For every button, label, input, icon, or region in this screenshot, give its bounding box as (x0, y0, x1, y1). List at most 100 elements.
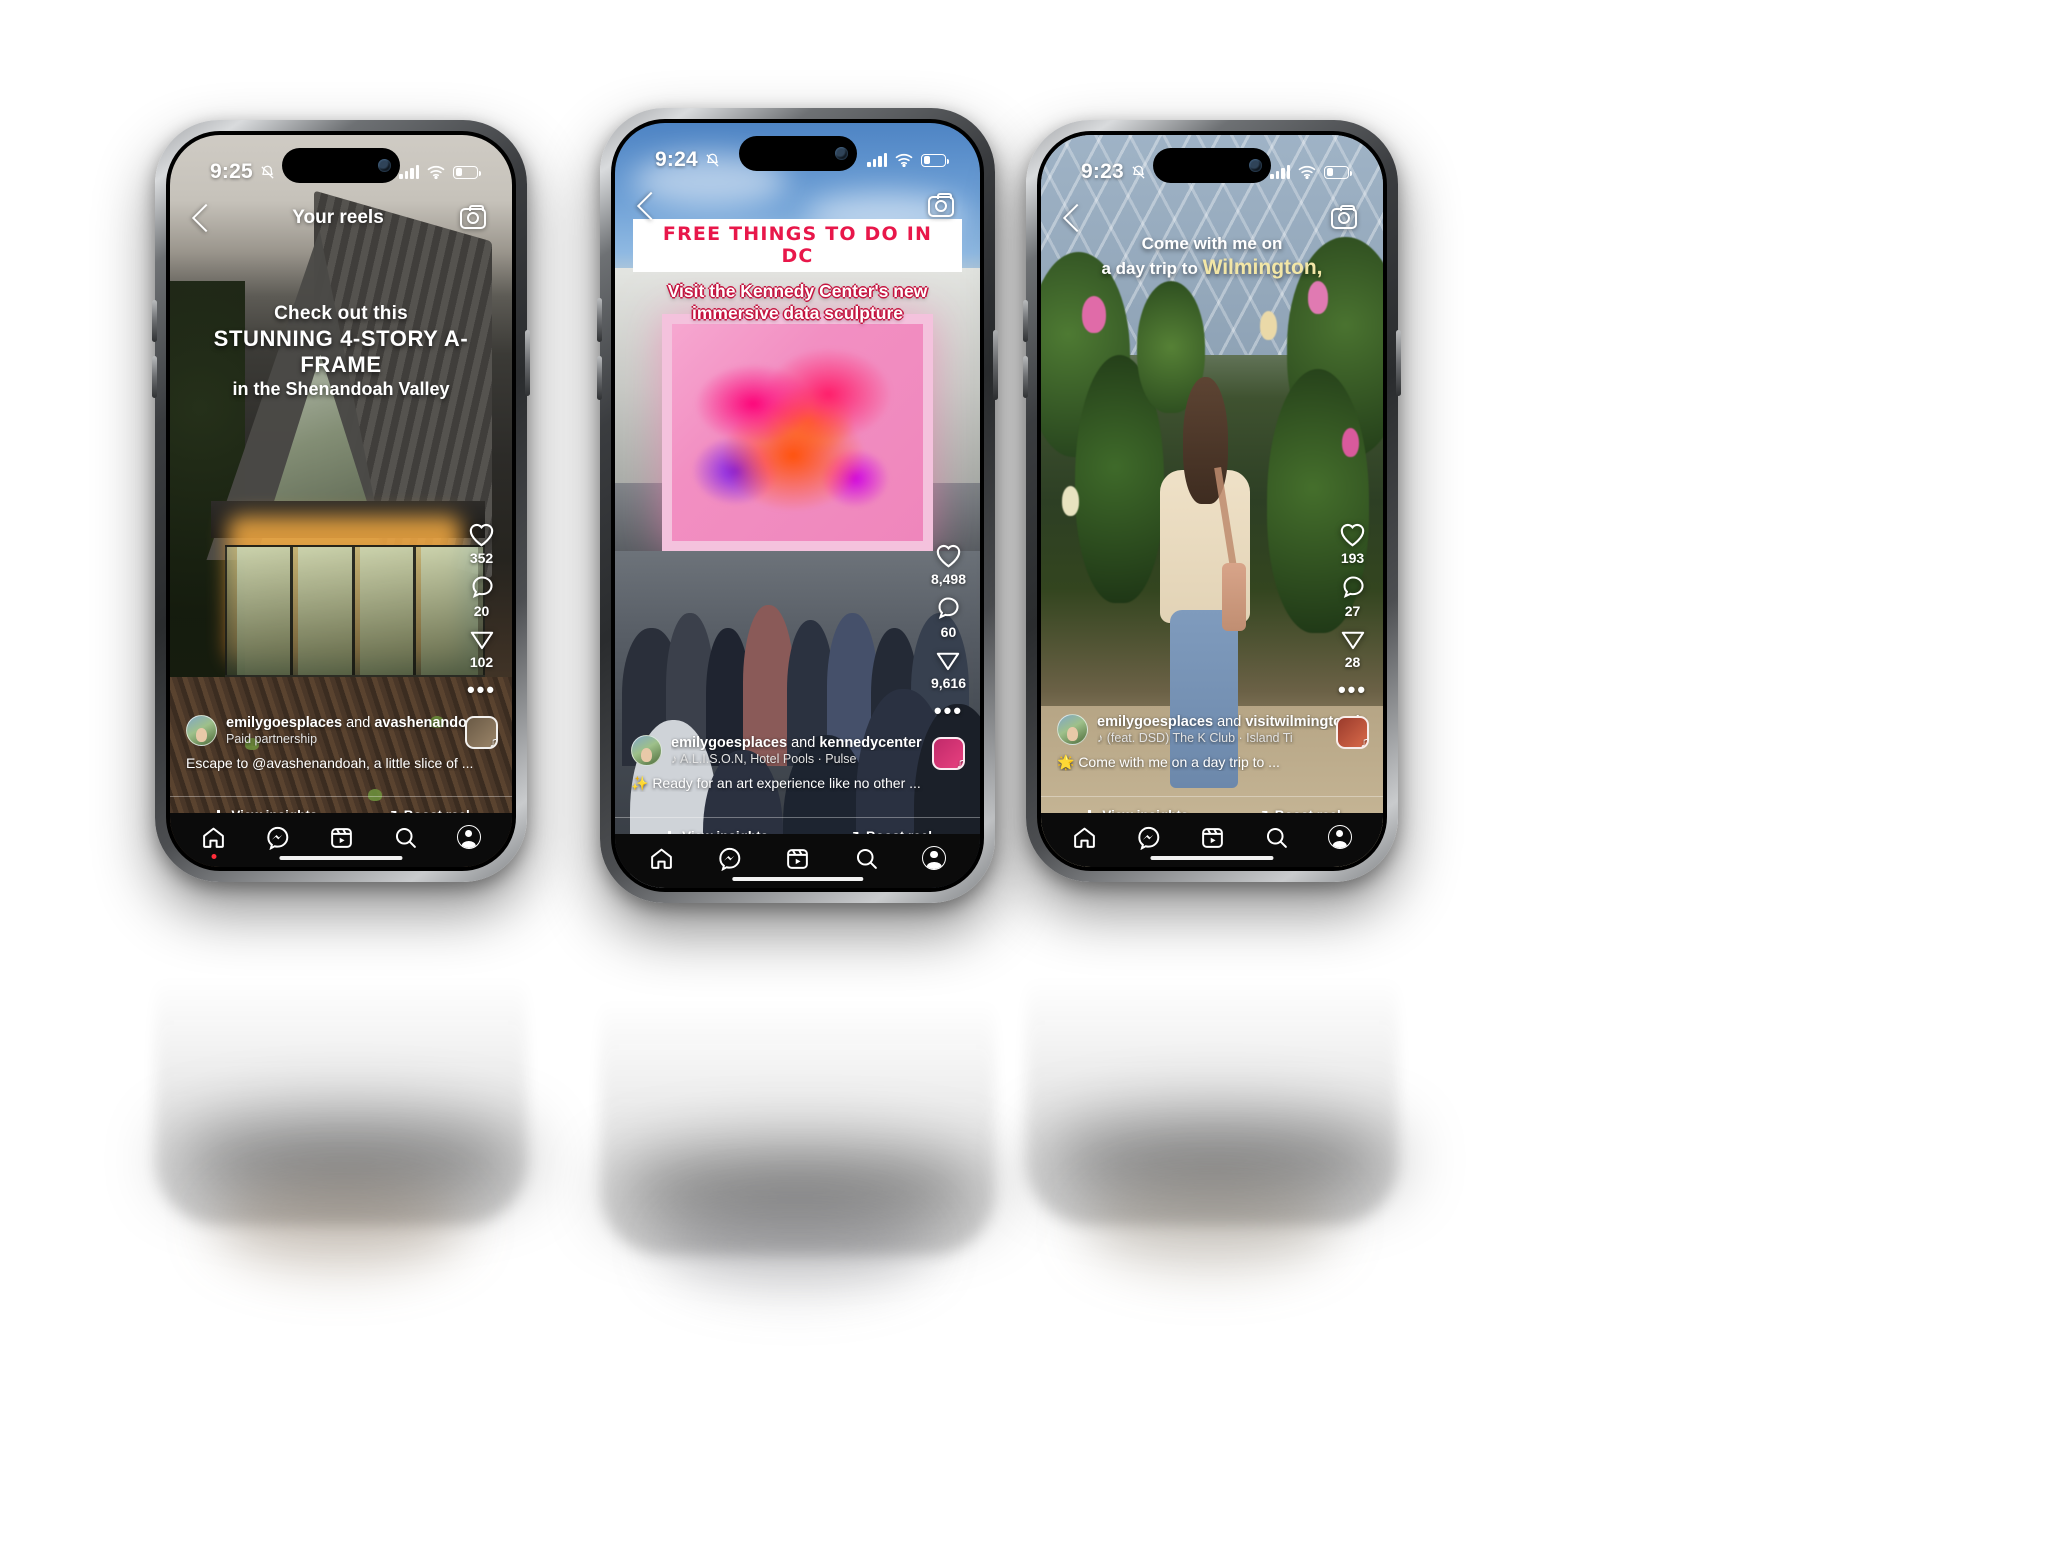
avatar[interactable] (186, 715, 217, 746)
like-button[interactable]: 352 (468, 522, 495, 566)
caption-usernames[interactable]: emilygoesplaces and kennedycenter (671, 735, 922, 751)
dynamic-island-center (738, 136, 857, 171)
comment-count: 20 (473, 603, 490, 619)
profile-avatar-icon (1327, 825, 1352, 849)
tab-reels[interactable] (785, 846, 810, 871)
audio-thumbnail-icon[interactable]: ♫ (465, 716, 498, 749)
heart-icon (1340, 523, 1365, 547)
like-button[interactable]: 8,498 (931, 543, 966, 587)
tab-profile[interactable] (922, 846, 947, 870)
caption-text[interactable]: Escape to @avashenandoah, a little slice… (186, 755, 496, 771)
status-time-right: 9:23 (1081, 160, 1146, 184)
volume-down-button-right[interactable] (1023, 356, 1028, 398)
tab-search[interactable] (854, 846, 879, 871)
tab-profile[interactable] (1327, 825, 1352, 849)
tab-home[interactable] (1072, 825, 1097, 850)
audio-thumbnail-icon[interactable]: ♫ (1336, 716, 1369, 749)
search-icon (395, 827, 416, 848)
tab-reels[interactable] (329, 825, 354, 850)
volume-down-button-center[interactable] (597, 356, 602, 400)
camera-icon[interactable] (928, 192, 954, 217)
reels-icon (331, 827, 352, 848)
messenger-icon (719, 847, 741, 871)
messenger-icon (267, 826, 289, 850)
tab-search[interactable] (393, 825, 418, 850)
comment-button[interactable]: 20 (469, 574, 495, 619)
camera-icon[interactable] (1331, 204, 1357, 229)
heart-icon (936, 544, 961, 568)
power-button-right[interactable] (1396, 330, 1401, 396)
more-dots-icon[interactable]: ••• (934, 700, 963, 722)
music-note-icon: ♫ (956, 755, 963, 768)
like-count: 193 (1340, 550, 1365, 566)
tab-profile[interactable] (456, 825, 481, 849)
tab-messenger[interactable] (717, 846, 742, 871)
caption-audio-label: A.L.I.S.O.N, Hotel Pools · Pulse (680, 752, 857, 766)
power-button-center[interactable] (993, 330, 998, 400)
tab-messenger[interactable] (265, 825, 290, 850)
tab-search[interactable] (1264, 825, 1289, 850)
avatar[interactable] (631, 735, 662, 766)
heart-icon (469, 523, 494, 547)
power-button-left[interactable] (525, 330, 530, 396)
reflection-glow-right (1085, 1180, 1335, 1270)
caption-subtitle: ♪ (feat. DSD) The K Club · Island Ti (1097, 731, 1367, 745)
music-note-icon: ♪ (671, 752, 678, 766)
back-chevron-icon[interactable] (191, 203, 221, 233)
comment-icon (1343, 576, 1364, 599)
tab-home[interactable] (201, 825, 226, 859)
like-button[interactable]: 193 (1339, 522, 1366, 566)
share-button[interactable]: 102 (469, 627, 495, 670)
share-icon (470, 631, 493, 650)
front-camera-icon (378, 159, 391, 172)
share-button[interactable]: 9,616 (931, 648, 966, 691)
camera-icon[interactable] (460, 204, 486, 229)
back-chevron-icon[interactable] (1062, 203, 1092, 233)
status-time-center: 9:24 (655, 148, 720, 172)
reflection-glow-center (660, 1200, 930, 1290)
comment-button[interactable]: 60 (935, 595, 961, 640)
reel-sticker-text-left: Check out this STUNNING 4-STORY A-FRAME … (170, 303, 512, 400)
caption-text[interactable]: 🌟 Come with me on a day trip to ... (1057, 754, 1367, 771)
sticker-line-1: Check out this (274, 303, 408, 325)
volume-up-button-center[interactable] (597, 298, 602, 342)
reflection-left (155, 905, 527, 1225)
avatar[interactable] (1057, 714, 1088, 745)
volume-up-button-right[interactable] (1023, 300, 1028, 342)
caption-usernames[interactable]: emilygoesplaces and visitwilmingtonde (1097, 714, 1367, 730)
messenger-icon (1138, 826, 1160, 850)
comment-button[interactable]: 27 (1340, 574, 1366, 619)
more-dots-icon[interactable]: ••• (1338, 679, 1367, 701)
tab-messenger[interactable] (1136, 825, 1161, 850)
screen-center: 9:24 FREE THINGS TO DO IN DC Visit the K… (615, 123, 980, 888)
reels-icon (787, 848, 809, 869)
reel-action-rail-left: 352 20 102 ••• ♫ (465, 522, 498, 749)
comment-icon (938, 597, 960, 620)
caption-usernames[interactable]: emilygoesplaces and avashenandoah (226, 715, 484, 731)
front-camera-icon (1249, 159, 1262, 172)
battery-icon (921, 153, 949, 167)
more-dots-icon[interactable]: ••• (467, 679, 496, 701)
front-camera-icon (834, 147, 848, 160)
caption-username: emilygoesplaces (1097, 714, 1214, 730)
caption-username: emilygoesplaces (226, 715, 343, 731)
caption-text[interactable]: ✨ Ready for an art experience like no ot… (631, 775, 964, 792)
volume-up-button-left[interactable] (152, 300, 157, 342)
bell-slash-icon (706, 153, 719, 167)
battery-icon (453, 165, 481, 179)
share-button[interactable]: 28 (1340, 627, 1366, 670)
back-chevron-icon[interactable] (636, 191, 666, 221)
wifi-icon (895, 153, 913, 167)
reel-caption-right: emilygoesplaces and visitwilmingtonde ♪ … (1041, 714, 1383, 771)
screen-right: 9:23 Come with me on a day trip to Wilmi… (1041, 135, 1383, 867)
audio-thumbnail-icon[interactable]: ♫ (931, 737, 965, 770)
sticker-line-1: Visit the Kennedy Center's new (667, 280, 928, 301)
tab-home[interactable] (649, 846, 674, 871)
home-badge-dot (211, 853, 217, 859)
tab-reels[interactable] (1200, 825, 1225, 850)
reel-top-bar-left: Your reels (170, 195, 512, 241)
volume-down-button-left[interactable] (152, 356, 157, 398)
reel-sticker-text-center: FREE THINGS TO DO IN DC Visit the Kenned… (615, 218, 980, 324)
caption-subtitle: ♪ A.L.I.S.O.N, Hotel Pools · Pulse (671, 752, 922, 766)
home-icon (1074, 827, 1096, 848)
